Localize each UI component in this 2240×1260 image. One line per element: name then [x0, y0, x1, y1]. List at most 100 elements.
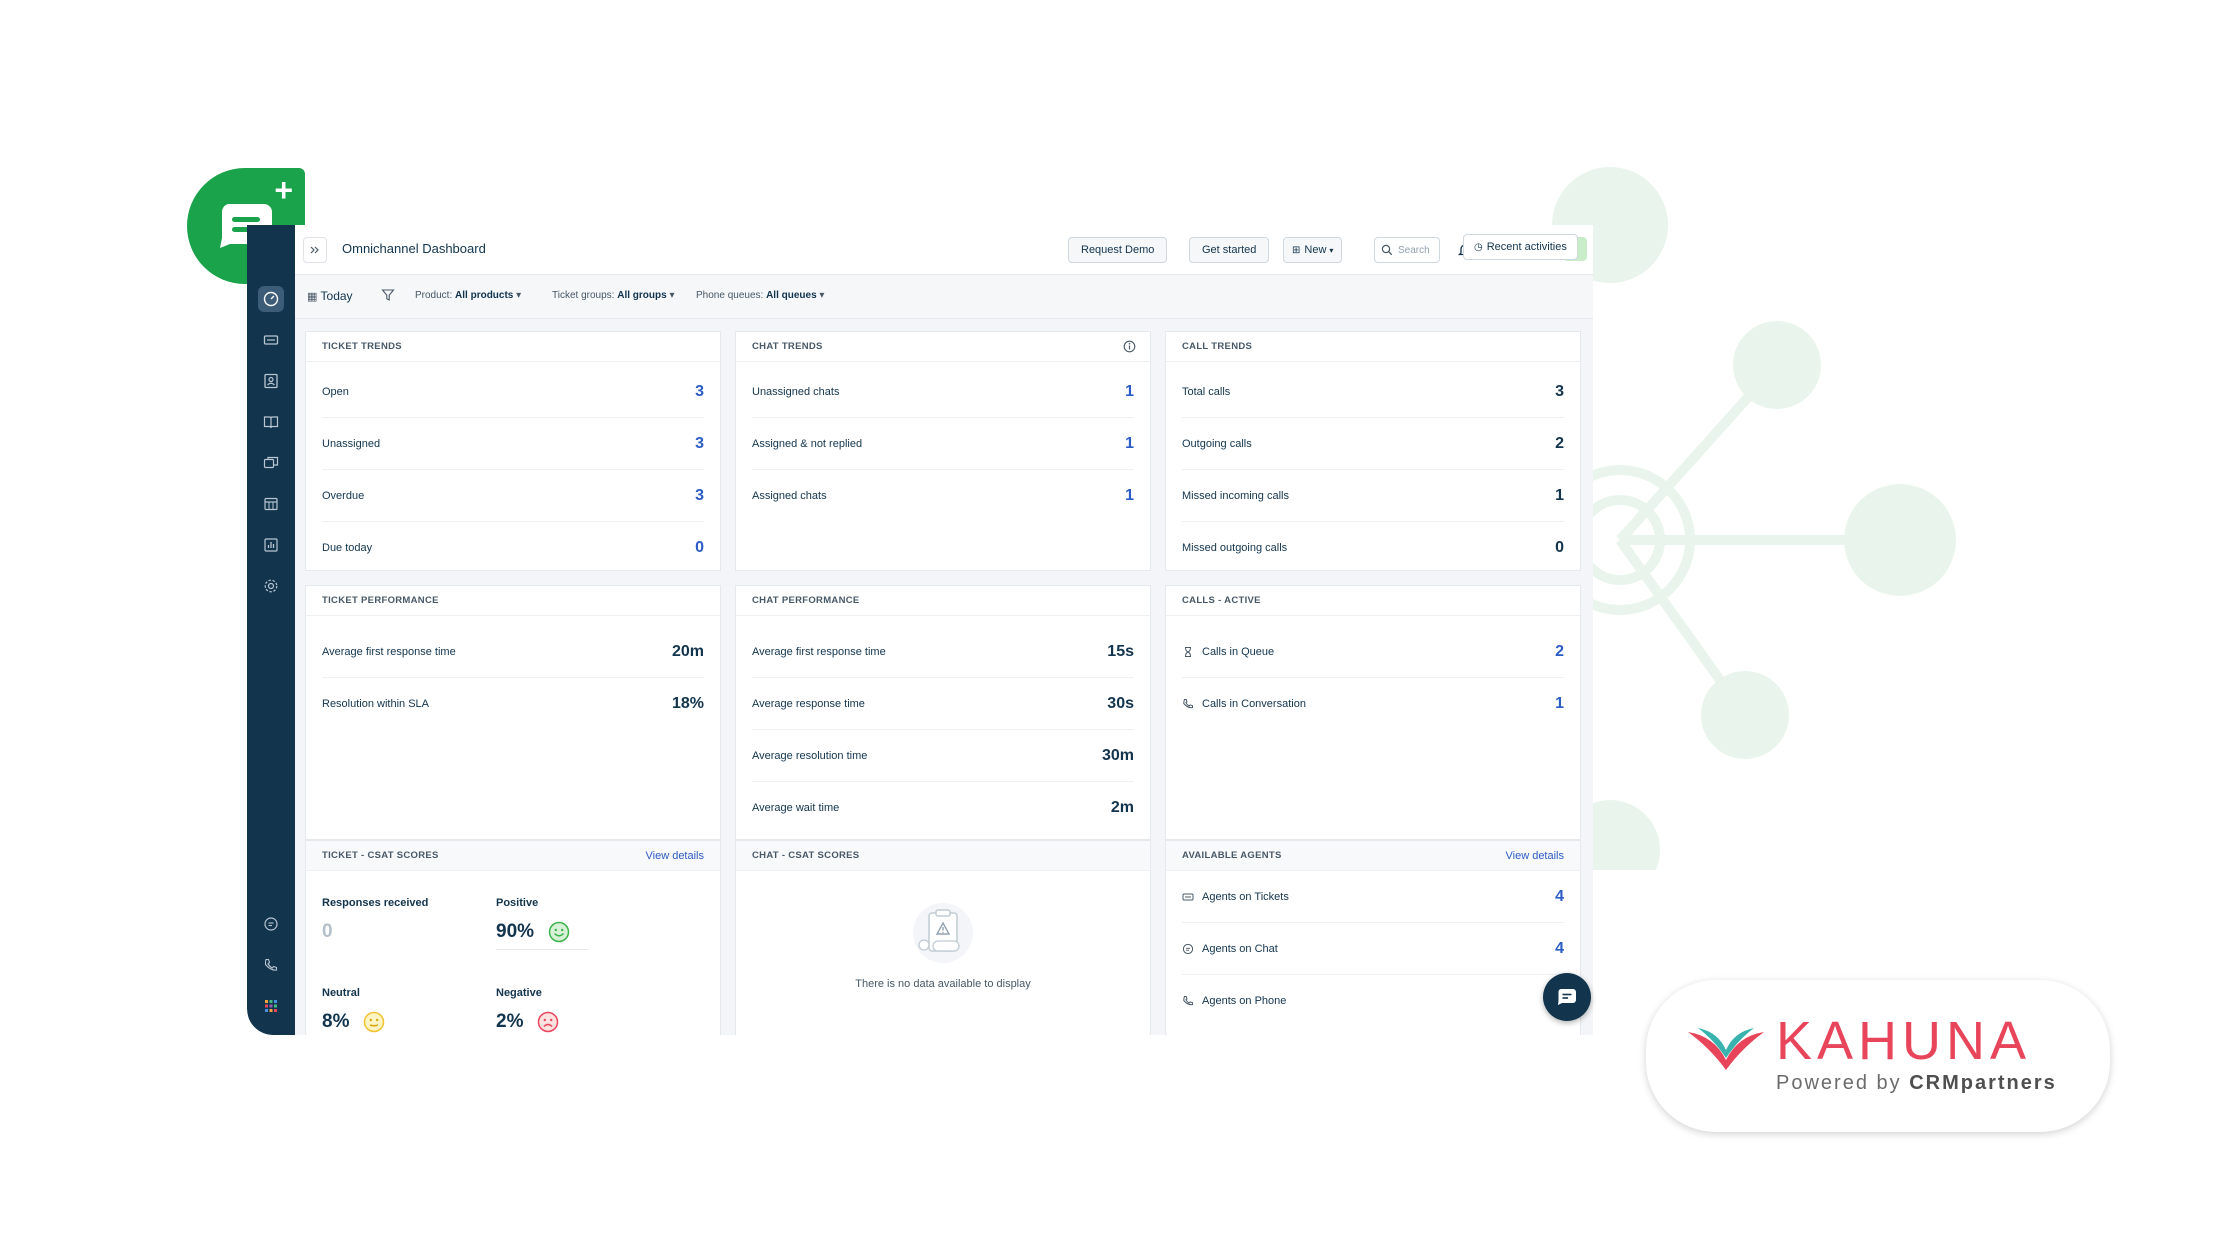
list-item-label: Unassigned chats — [752, 386, 839, 398]
positive-block: Positive 90% — [496, 897, 588, 950]
list-item-label: Resolution within SLA — [322, 698, 429, 710]
ticket-groups-filter[interactable]: Ticket groups: All groups ▾ — [552, 290, 674, 301]
plus-square-icon: ⊞ — [1292, 244, 1301, 256]
list-item-value: 1 — [1125, 487, 1134, 504]
list-item[interactable]: Overdue 3 — [322, 470, 704, 522]
search-icon — [1381, 244, 1393, 256]
list-item-label: Average first response time — [322, 646, 456, 658]
list-item[interactable]: Outgoing calls 2 — [1182, 418, 1564, 470]
neutral-value-row: 8% — [322, 1011, 385, 1033]
list-item[interactable]: Calls in Conversation 1 — [1182, 678, 1564, 730]
list-item[interactable]: Average wait time 2m — [752, 782, 1134, 834]
list-item-value: 0 — [1555, 539, 1564, 556]
product-filter[interactable]: Product: All products ▾ — [415, 290, 521, 301]
calendar-icon[interactable] — [258, 491, 284, 517]
positive-value-row: 90% — [496, 921, 588, 943]
settings-gear-icon[interactable] — [258, 573, 284, 599]
negative-block: Negative 2% — [496, 987, 559, 1033]
list-item[interactable]: Agents on Chat 4 — [1182, 923, 1564, 975]
ticket-performance-card: TICKET PERFORMANCE Average first respons… — [305, 585, 721, 840]
list-item-label: Overdue — [322, 490, 364, 502]
new-button[interactable]: ⊞ New ▾ — [1283, 237, 1343, 263]
crmpartners-text: CRMpartners — [1909, 1072, 2057, 1094]
calendar-icon: ▦ — [307, 291, 318, 303]
list-item-value: 1 — [1555, 486, 1564, 504]
list-item-text: Due today — [322, 542, 373, 554]
list-item[interactable]: Average first response time 15s — [752, 626, 1134, 678]
list-item[interactable]: Assigned & not replied 1 — [752, 418, 1134, 470]
filter-funnel-icon[interactable] — [381, 288, 395, 305]
phone-queues-filter-label: Phone queues: — [696, 290, 764, 301]
list-item-value: 18% — [671, 695, 704, 712]
recent-activities-button[interactable]: ◷ Recent activities — [1463, 234, 1578, 260]
negative-value: 2% — [496, 1011, 524, 1032]
list-item-label: Agents on Chat — [1182, 943, 1278, 955]
list-item-label: Due today — [322, 542, 372, 554]
date-filter-label: Today — [320, 289, 353, 303]
list-item-text: Resolution within SLA — [322, 698, 430, 710]
list-item[interactable]: Due today 0 — [322, 522, 704, 570]
chat-trends-card: CHAT TRENDS Unassigned chats 1 Assigned & … — [735, 331, 1151, 571]
empty-state: There is no data available to display — [736, 901, 1150, 990]
date-filter[interactable]: ▦ Today — [307, 289, 353, 303]
list-item[interactable]: Average first response time 20m — [322, 626, 704, 678]
list-item[interactable]: Unassigned 3 — [322, 418, 704, 470]
list-item[interactable]: Total calls 3 — [1182, 366, 1564, 418]
phone-icon[interactable] — [258, 952, 284, 978]
phone-queues-filter[interactable]: Phone queues: All queues ▾ — [696, 290, 824, 301]
list-item[interactable]: Calls in Queue 2 — [1182, 626, 1564, 678]
list-item[interactable]: Resolution within SLA 18% — [322, 678, 704, 730]
sidebar-toggle-button[interactable] — [303, 237, 327, 263]
phone-icon — [1182, 698, 1194, 710]
list-item[interactable]: Average response time 30s — [752, 678, 1134, 730]
list-item[interactable]: Assigned chats 1 — [752, 470, 1134, 522]
tickets-icon[interactable] — [258, 327, 284, 353]
list-item-text: Agents on Tickets — [1202, 890, 1289, 903]
list-item-value: 4 — [1555, 939, 1564, 957]
list-item-text: Open — [322, 385, 349, 398]
conversations-icon[interactable] — [258, 450, 284, 476]
knowledge-base-icon[interactable] — [258, 409, 284, 435]
view-details-link[interactable]: View details — [1506, 850, 1565, 862]
view-details-link[interactable]: View details — [646, 850, 705, 862]
list-item-value: 3 — [695, 382, 704, 400]
list-item-value: 1 — [1125, 382, 1134, 400]
list-item-label: Missed outgoing calls — [1182, 542, 1287, 554]
ticket-groups-filter-value: All groups — [617, 290, 667, 301]
info-icon[interactable] — [1123, 340, 1136, 356]
list-item[interactable]: Unassigned chats 1 — [752, 366, 1134, 418]
chat-widget-button[interactable] — [1543, 973, 1591, 1021]
chat-bubble-icon — [1558, 989, 1576, 1005]
list-item-text: Average first response time — [322, 645, 456, 658]
responses-received-value: 0 — [322, 921, 333, 942]
list-item-text: Agents on Phone — [1202, 995, 1287, 1007]
list-item[interactable]: Agents on Phone — [1182, 975, 1564, 1027]
list-item[interactable]: Average resolution time 30m — [752, 730, 1134, 782]
new-button-label: New — [1304, 244, 1327, 256]
chat-support-icon[interactable] — [258, 911, 284, 937]
list-item-text: Total calls — [1182, 385, 1231, 398]
ticket-csat-card: TICKET - CSAT SCORES View details Respon… — [305, 840, 721, 1035]
app-switcher-grid-icon[interactable] — [258, 993, 284, 1019]
card-title: CALL TRENDS — [1166, 332, 1580, 362]
card-head: AVAILABLE AGENTS View details — [1166, 841, 1580, 871]
search-input[interactable]: Search — [1374, 237, 1440, 263]
dashboard-icon[interactable] — [258, 286, 284, 312]
happy-face-icon — [548, 921, 570, 943]
get-started-button[interactable]: Get started — [1189, 237, 1270, 263]
list-item[interactable]: Missed outgoing calls 0 — [1182, 522, 1564, 570]
reports-icon[interactable] — [258, 532, 284, 558]
contacts-icon[interactable] — [258, 368, 284, 394]
ticket-groups-filter-label: Ticket groups: — [552, 290, 615, 301]
neutral-block: Neutral 8% — [322, 987, 385, 1033]
list-item-label: Total calls — [1182, 386, 1230, 398]
request-demo-button[interactable]: Request Demo — [1068, 237, 1168, 263]
chevron-down-icon: ▾ — [669, 290, 675, 301]
list-item[interactable]: Missed incoming calls 1 — [1182, 470, 1564, 522]
list-item-value: 30m — [1101, 746, 1134, 764]
card-title: CALLS - ACTIVE — [1166, 586, 1580, 616]
list-item[interactable]: Agents on Tickets 4 — [1182, 871, 1564, 923]
card-head: TICKET - CSAT SCORES View details — [306, 841, 720, 871]
list-item-label: Calls in Queue — [1182, 646, 1274, 658]
list-item[interactable]: Open 3 — [322, 366, 704, 418]
